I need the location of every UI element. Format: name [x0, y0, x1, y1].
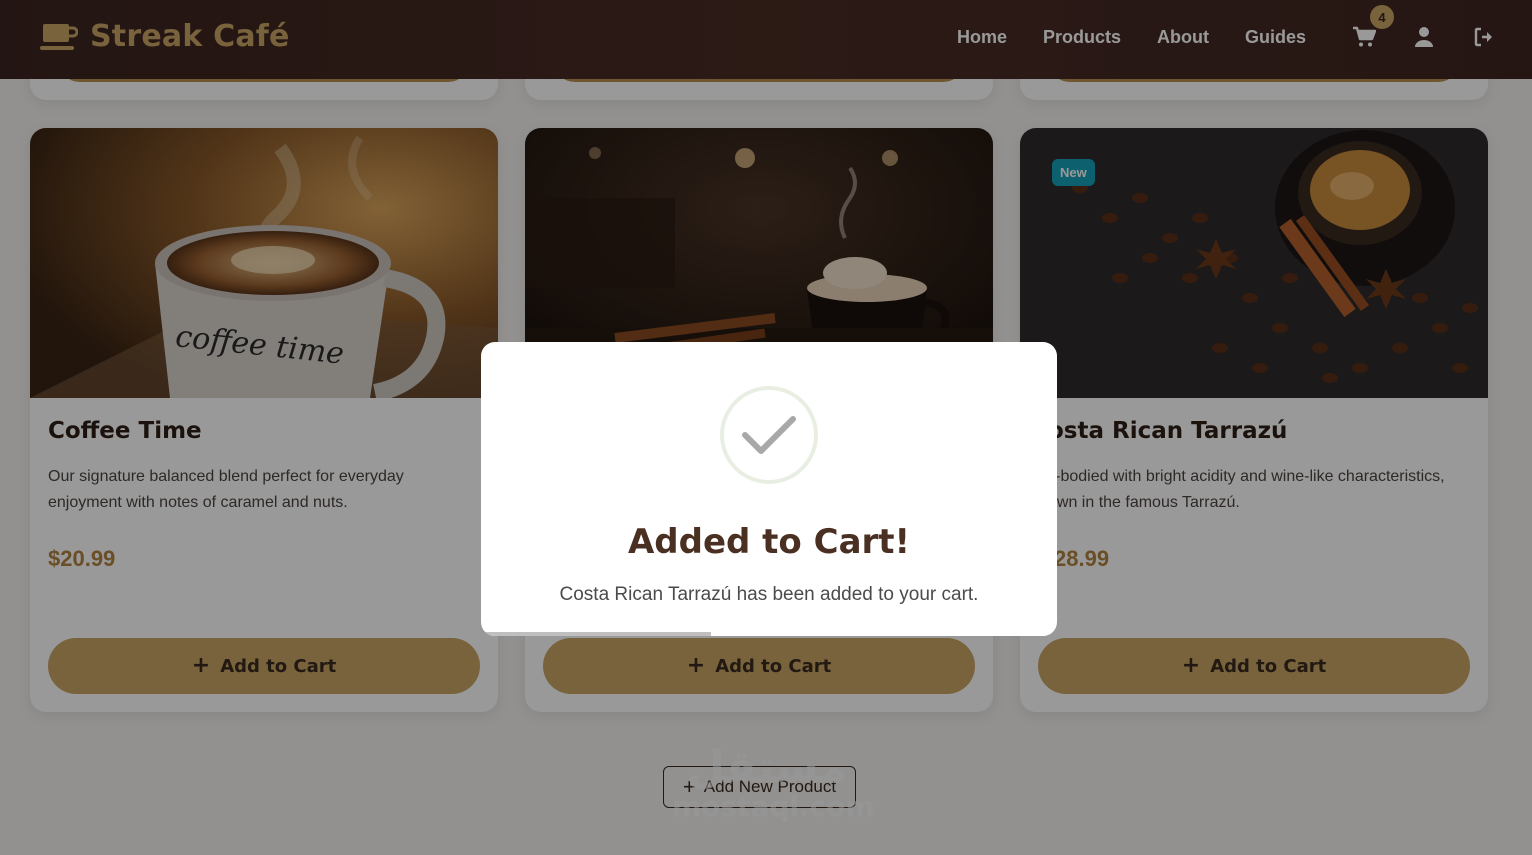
- added-to-cart-modal: Added to Cart! Costa Rican Tarrazú has b…: [481, 342, 1057, 636]
- timer-progress-bar: [481, 632, 1057, 636]
- modal-message: Costa Rican Tarrazú has been added to yo…: [559, 584, 979, 605]
- timer-progress-fill: [481, 632, 712, 636]
- checkmark-icon: [720, 386, 818, 484]
- modal-title: Added to Cart!: [627, 522, 911, 562]
